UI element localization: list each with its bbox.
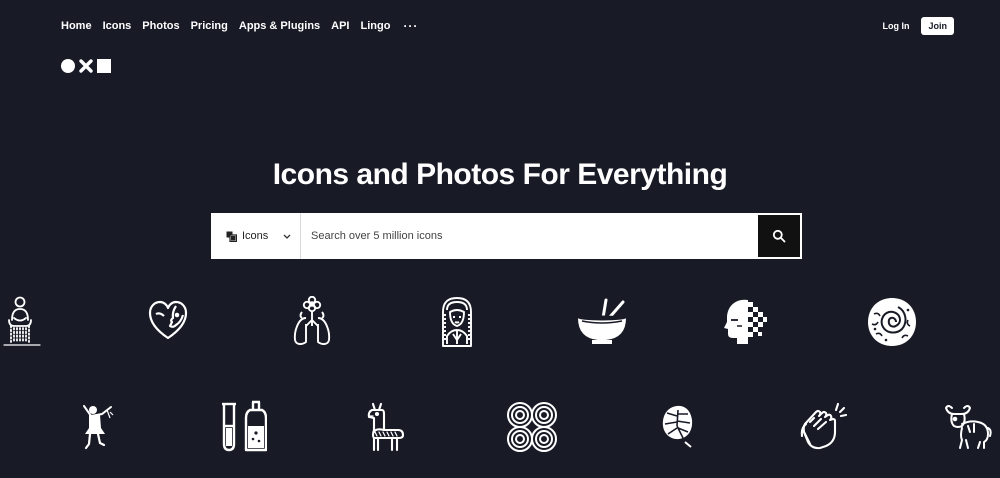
lungs-flower-icon[interactable] (292, 296, 332, 348)
monstera-leaf-icon[interactable] (661, 404, 695, 448)
bull-icon[interactable] (944, 402, 992, 450)
llama-icon[interactable] (366, 402, 406, 452)
bowl-chopsticks-icon[interactable] (576, 298, 628, 346)
logo-circle-icon (61, 59, 75, 73)
logo-square-icon (97, 59, 111, 73)
search-bar: Icons (211, 213, 802, 259)
search-icon (772, 229, 786, 243)
concentric-circles-icon[interactable] (505, 400, 559, 454)
nav-icons[interactable]: Icons (103, 20, 132, 32)
logo[interactable] (61, 59, 111, 73)
nav-lingo[interactable]: Lingo (361, 20, 391, 32)
search-button[interactable] (758, 215, 800, 257)
search-type-label: Icons (242, 230, 269, 242)
more-menu-icon[interactable]: ··· (403, 19, 418, 33)
auth-nav: Log In Join (882, 17, 954, 35)
login-link[interactable]: Log In (882, 21, 909, 31)
chevron-down-icon (283, 234, 291, 239)
woman-portrait-icon[interactable] (437, 296, 477, 348)
join-button[interactable]: Join (921, 17, 954, 35)
page: Home Icons Photos Pricing Apps & Plugins… (0, 0, 1000, 478)
nav-api[interactable]: API (331, 20, 349, 32)
top-nav: Home Icons Photos Pricing Apps & Plugins… (61, 19, 418, 33)
search-type-dropdown[interactable]: Icons (211, 213, 301, 259)
meditating-person-icon[interactable] (0, 296, 42, 348)
nav-apps-plugins[interactable]: Apps & Plugins (239, 20, 320, 32)
clapping-hands-icon[interactable] (800, 402, 848, 452)
logo-x-icon (79, 59, 93, 73)
dancer-icon[interactable] (80, 404, 114, 450)
nav-photos[interactable]: Photos (142, 20, 179, 32)
nav-pricing[interactable]: Pricing (191, 20, 228, 32)
test-tube-bottle-icon[interactable] (219, 400, 267, 454)
search-input[interactable] (301, 213, 756, 259)
heart-face-icon[interactable] (148, 300, 188, 342)
ammonite-fossil-icon[interactable] (866, 296, 918, 348)
hero-title: Icons and Photos For Everything (272, 158, 728, 191)
nav-home[interactable]: Home (61, 20, 92, 32)
pixel-head-icon[interactable] (722, 296, 768, 346)
icons-type-icon (226, 231, 237, 242)
